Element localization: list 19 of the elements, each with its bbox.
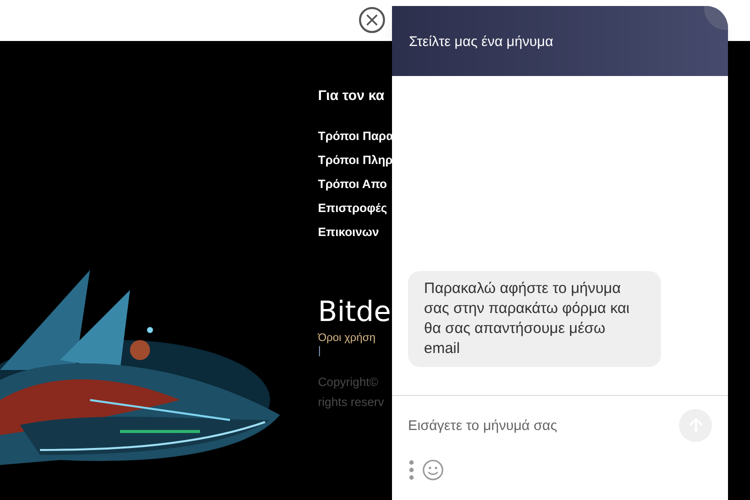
footer-heading: Για τον κα: [318, 86, 386, 105]
emoji-button[interactable]: [422, 459, 444, 481]
footer-link[interactable]: Τρόποι Πληρ: [318, 151, 394, 169]
footer-link[interactable]: Επικοινων: [318, 223, 394, 241]
dots-icon: [408, 460, 414, 480]
separator-text: |: [318, 345, 322, 358]
message-input[interactable]: Εισάγετε το μήνυμά σας: [408, 407, 679, 443]
chat-title: Στείλτε μας ένα μήνυμα: [409, 32, 554, 51]
brand-logo: Bitde: [318, 295, 392, 329]
more-button[interactable]: [408, 460, 414, 480]
terms-link[interactable]: Όροι χρήση: [318, 331, 394, 345]
message-bubble: Παρακαλώ αφήστε το μήνυμα σας στην παρακάτω φόρμα και θα σας απαντήσουμε μέσω email: [408, 271, 661, 367]
footer-link[interactable]: Επιστροφές: [318, 199, 394, 217]
smiley-icon: [422, 459, 444, 481]
copyright-text: Copyright©: [318, 374, 380, 391]
copyright-text: rights reserv: [318, 394, 386, 411]
footer-link[interactable]: Τρόποι Απο: [318, 175, 394, 193]
close-icon: [366, 14, 378, 26]
footer-link[interactable]: Τρόποι Παρα: [318, 127, 394, 145]
